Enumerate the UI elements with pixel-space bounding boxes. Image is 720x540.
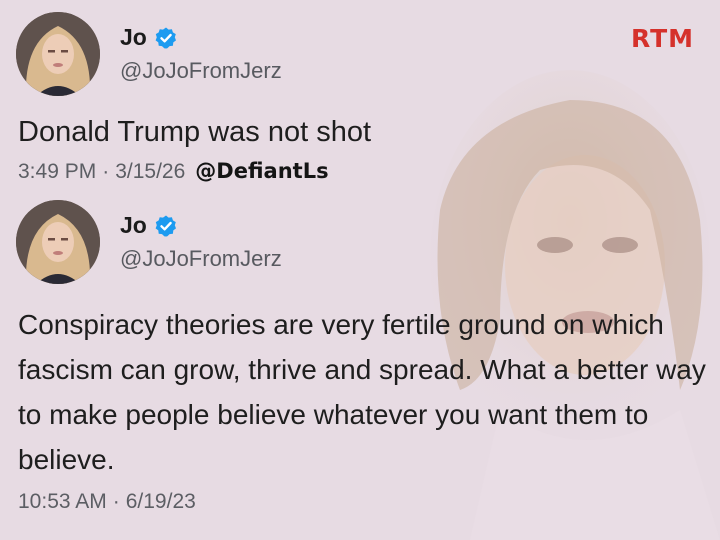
- tweet-text: Donald Trump was not shot: [18, 116, 372, 148]
- avatar[interactable]: [16, 12, 100, 96]
- meta-separator: ·: [112, 490, 120, 513]
- avatar[interactable]: [16, 200, 100, 284]
- name-row: Jo: [120, 212, 282, 239]
- name-row: Jo: [120, 24, 282, 51]
- tweet-time[interactable]: 10:53 AM: [18, 490, 107, 514]
- tweet-header: Jo @JoJoFromJerz: [16, 12, 706, 96]
- user-handle[interactable]: @JoJoFromJerz: [120, 58, 282, 84]
- user-handle[interactable]: @JoJoFromJerz: [120, 246, 282, 272]
- display-name[interactable]: Jo: [120, 212, 147, 239]
- verified-badge-icon: [154, 214, 178, 238]
- tweet-header: Jo @JoJoFromJerz: [16, 200, 706, 284]
- tweet-meta: 10:53 AM · 6/19/23: [18, 490, 706, 514]
- tweet-text: Conspiracy theories are very fertile gro…: [18, 309, 706, 475]
- user-info: Jo @JoJoFromJerz: [120, 24, 282, 84]
- tweet-card: Jo @JoJoFromJerz Conspiracy theories are…: [16, 200, 706, 514]
- watermark-handle: @DefiantLs: [195, 159, 329, 183]
- display-name[interactable]: Jo: [120, 24, 147, 51]
- tweet-date[interactable]: 3/15/26: [115, 160, 185, 184]
- tweet-time[interactable]: 3:49 PM: [18, 160, 96, 184]
- tweet-card: Jo @JoJoFromJerz Donald Trump was not sh…: [16, 12, 706, 184]
- meta-separator: ·: [102, 160, 110, 183]
- tweet-date[interactable]: 6/19/23: [126, 490, 196, 514]
- tweet-meta: 3:49 PM · 3/15/26 @DefiantLs: [18, 159, 706, 184]
- user-info: Jo @JoJoFromJerz: [120, 212, 282, 272]
- verified-badge-icon: [154, 26, 178, 50]
